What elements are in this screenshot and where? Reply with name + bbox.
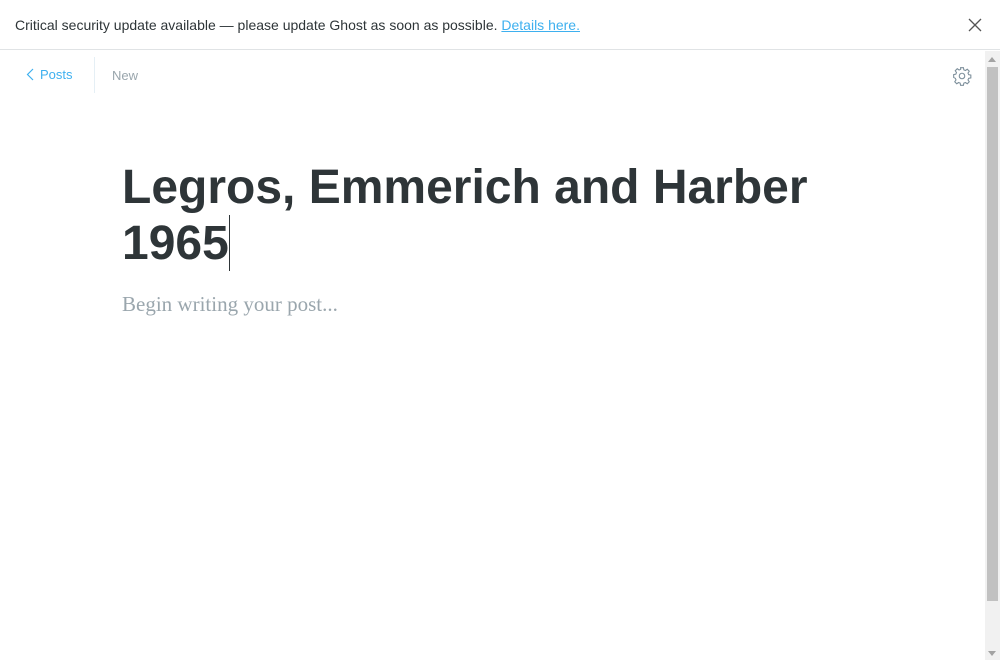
scroll-down-icon[interactable]	[988, 651, 996, 656]
close-icon[interactable]	[966, 16, 984, 34]
text-cursor	[228, 215, 230, 271]
post-title-input[interactable]: Legros, Emmerich and Harber 1965	[122, 160, 822, 271]
details-link[interactable]: Details here.	[501, 17, 580, 33]
nav-divider	[94, 57, 95, 93]
scrollbar[interactable]	[985, 51, 1000, 660]
post-status: New	[112, 68, 139, 83]
back-to-posts-link[interactable]: Posts	[26, 67, 73, 82]
post-body-editor[interactable]: Begin writing your post...	[122, 292, 338, 317]
post-title-text: Legros, Emmerich and Harber 1965	[122, 161, 808, 270]
scroll-up-icon[interactable]	[988, 57, 996, 62]
security-banner: Critical security update available — ple…	[0, 0, 1000, 50]
scrollbar-thumb[interactable]	[987, 67, 998, 601]
banner-message: Critical security update available — ple…	[15, 17, 498, 33]
editor-nav: Posts New	[0, 51, 985, 97]
back-label: Posts	[40, 67, 73, 82]
banner-text: Critical security update available — ple…	[15, 17, 580, 33]
chevron-left-icon	[26, 68, 34, 81]
gear-icon[interactable]	[952, 66, 972, 86]
